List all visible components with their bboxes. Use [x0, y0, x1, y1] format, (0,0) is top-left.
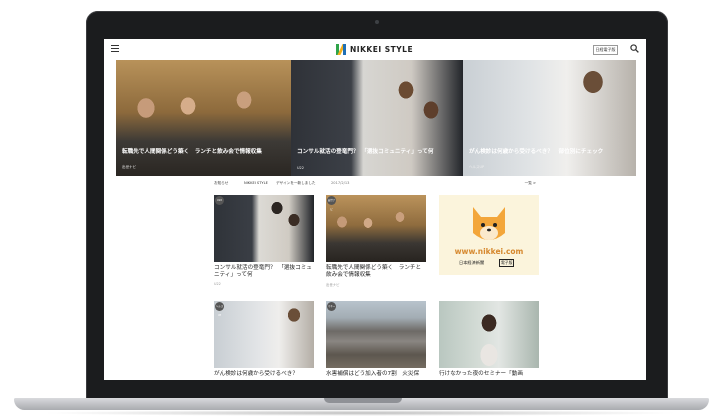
notice-label: お知らせ: [214, 181, 229, 185]
article-meta: 出世ナビ: [326, 283, 340, 288]
hero-slide-3[interactable]: がん検診は何歳から受けるべき？ 部位別にチェック ヘルスUP: [463, 60, 636, 176]
hero-image-meeting: [291, 60, 463, 176]
hero-image-woman: [463, 60, 636, 176]
article-title: コンサル就活の登竜門？ 「選抜コミュニティ」って何: [214, 265, 312, 279]
site-header: NIKKEI STYLE 日経電子版: [104, 39, 646, 59]
category-badge: U22: [215, 196, 224, 205]
hero-carousel: 転職先で人間関係どう築く ランチと飲み会で情報収集 出世ナビ コンサル就活の登竜…: [116, 60, 636, 176]
article-card[interactable]: U22 コンサル就活の登竜門？ 「選抜コミュニティ」って何 U22: [214, 195, 314, 286]
hero-image-restaurant: [116, 60, 291, 176]
hero-tag: ヘルスUP: [469, 165, 485, 169]
article-thumbnail: U22: [214, 195, 314, 262]
ad-tag: 電子版: [499, 259, 515, 267]
logo-text: NIKKEI STYLE: [350, 44, 414, 54]
laptop-screen: NIKKEI STYLE 日経電子版 転職先で人間関係どう築く ランチと飲み会で…: [104, 39, 646, 380]
article-thumbnail: ヘルスUP: [214, 301, 314, 368]
article-card[interactable]: マネー 水害補償はどう加入者の7割 火災保: [326, 301, 426, 378]
notice-date: 2017/2/13: [331, 181, 350, 185]
mascot-fox-icon: [473, 207, 505, 240]
article-title: 水害補償はどう加入者の7割 火災保: [326, 371, 420, 377]
laptop-shadow: [40, 410, 680, 416]
article-title: 行けなかった夜のセミナー「動画: [439, 371, 523, 377]
hero-caption: コンサル就活の登竜門？ 「選抜コミュニティ」って何: [297, 149, 434, 155]
search-icon[interactable]: [630, 44, 639, 53]
hero-caption: 転職先で人間関係どう築く ランチと飲み会で情報収集: [122, 149, 262, 155]
hero-caption: がん検診は何歳から受けるべき？ 部位別にチェック: [469, 149, 604, 155]
category-badge: マネー: [327, 302, 336, 311]
hero-tag: U22: [297, 166, 305, 170]
article-meta: U22: [214, 282, 221, 287]
category-badge: ヘルスUP: [215, 302, 224, 317]
camera-icon: [375, 20, 379, 24]
hero-tag: 出世ナビ: [122, 165, 136, 169]
article-card[interactable]: 行けなかった夜のセミナー「動画: [439, 301, 539, 378]
hamburger-menu-icon[interactable]: [111, 45, 119, 52]
notice-more-link[interactable]: 一覧 >: [525, 181, 536, 186]
article-title: 転職先で人間関係どう築く ランチと飲み会で情報収集: [326, 265, 422, 279]
category-badge: 出世ナビ: [327, 196, 336, 211]
hero-slide-2[interactable]: コンサル就活の登竜門？ 「選抜コミュニティ」って何 U22: [291, 60, 463, 176]
notice-site: NIKKEI STYLE: [244, 181, 268, 185]
digital-edition-button[interactable]: 日経電子版: [593, 45, 618, 55]
laptop-base: [14, 398, 709, 410]
article-thumbnail: マネー: [326, 301, 426, 368]
article-thumbnail: [439, 301, 539, 368]
hero-slide-1[interactable]: 転職先で人間関係どう築く ランチと飲み会で情報収集 出世ナビ: [116, 60, 291, 176]
notice-link[interactable]: デザインを一新しました: [276, 181, 316, 186]
ad-url: www.nikkei.com: [454, 247, 524, 256]
article-card[interactable]: ヘルスUP がん検診は何歳から受けるべき？: [214, 301, 314, 378]
advertisement-banner[interactable]: www.nikkei.com 日本経済新聞 電子版: [439, 195, 539, 275]
article-thumbnail: 出世ナビ: [326, 195, 426, 262]
site-logo[interactable]: NIKKEI STYLE: [336, 43, 413, 55]
article-title: がん検診は何歳から受けるべき？: [214, 371, 298, 377]
notice-bar: お知らせ NIKKEI STYLE デザインを一新しました 2017/2/13 …: [214, 180, 536, 188]
laptop-notch: [324, 398, 402, 403]
ad-brand: 日本経済新聞: [459, 260, 485, 265]
article-card[interactable]: 出世ナビ 転職先で人間関係どう築く ランチと飲み会で情報収集 出世ナビ: [326, 195, 426, 287]
logo-mark-icon: [336, 43, 346, 55]
